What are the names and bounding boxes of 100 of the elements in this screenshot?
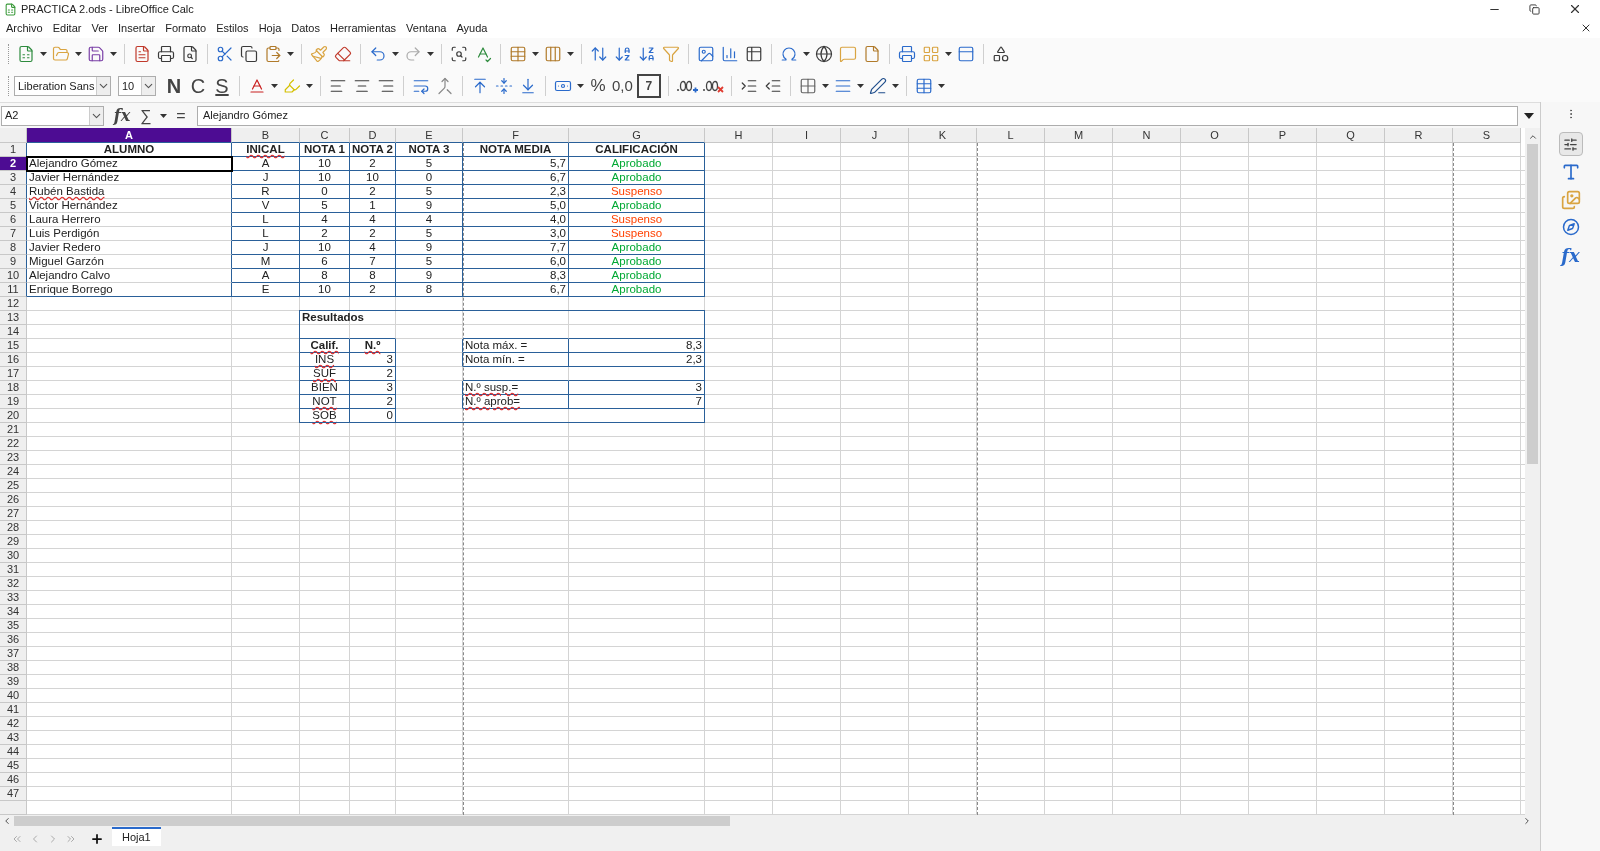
menu-item[interactable]: Formato (165, 19, 207, 37)
row-header[interactable]: 29 (0, 535, 27, 549)
row-header[interactable]: 47 (0, 787, 27, 801)
row-header[interactable]: 43 (0, 731, 27, 745)
expand-formula-icon[interactable] (1524, 112, 1534, 119)
row-header[interactable]: 13 (0, 311, 27, 325)
navigator-icon[interactable] (1561, 218, 1580, 236)
column-header[interactable]: G (569, 128, 705, 143)
row-header[interactable]: 39 (0, 675, 27, 689)
caret-icon[interactable] (110, 52, 117, 56)
row-header[interactable]: 37 (0, 647, 27, 661)
row-header[interactable]: 46 (0, 773, 27, 787)
font-name-field[interactable]: Liberation Sans (14, 76, 111, 96)
caret-icon[interactable] (306, 84, 313, 88)
restore-icon[interactable] (1529, 3, 1540, 15)
row-header[interactable]: 12 (0, 297, 27, 311)
row-header[interactable]: 18 (0, 381, 27, 395)
row-header[interactable]: 2 (0, 157, 27, 171)
row-header[interactable]: 1 (0, 143, 27, 157)
scroll-left-icon[interactable] (2, 816, 12, 826)
row-header[interactable]: 3 (0, 171, 27, 185)
row-header[interactable]: 28 (0, 521, 27, 535)
column-header[interactable]: H (705, 128, 773, 143)
menu-item[interactable]: Archivo (6, 19, 43, 37)
formula-input[interactable]: Alejandro Gómez (197, 105, 1518, 126)
percent-button[interactable]: % (586, 74, 610, 98)
caret-icon[interactable] (567, 52, 574, 56)
row-header[interactable]: 34 (0, 605, 27, 619)
menu-item[interactable]: Datos (291, 19, 320, 37)
column-header[interactable]: P (1249, 128, 1317, 143)
row-header[interactable]: 21 (0, 423, 27, 437)
close-document-icon[interactable] (1580, 22, 1592, 34)
menu-item[interactable]: Insertar (117, 19, 156, 37)
row-header[interactable]: 42 (0, 717, 27, 731)
row-header[interactable]: 10 (0, 269, 27, 283)
row-header[interactable]: 44 (0, 745, 27, 759)
menu-item[interactable]: Estilos (216, 19, 249, 37)
bold-button[interactable]: N (162, 74, 186, 98)
row-header[interactable]: 20 (0, 409, 27, 423)
row-header[interactable]: 27 (0, 507, 27, 521)
number-format-button[interactable]: 0,0 (610, 74, 635, 98)
row-header[interactable]: 16 (0, 353, 27, 367)
row-header[interactable]: 38 (0, 661, 27, 675)
caret-icon[interactable] (856, 84, 864, 88)
date-format-button[interactable]: 7 (636, 74, 661, 98)
column-header[interactable]: M (1045, 128, 1113, 143)
row-header[interactable]: 24 (0, 465, 27, 479)
scroll-up-icon[interactable] (1527, 132, 1538, 142)
row-header[interactable]: 36 (0, 633, 27, 647)
row-header[interactable]: 25 (0, 479, 27, 493)
caret-icon[interactable] (40, 52, 47, 56)
sum-button[interactable]: ∑ (134, 103, 158, 128)
row-header[interactable]: 8 (0, 241, 27, 255)
italic-button[interactable]: C (186, 74, 210, 98)
column-header[interactable]: I (773, 128, 841, 143)
row-header[interactable]: 45 (0, 759, 27, 773)
caret-icon[interactable] (945, 52, 952, 56)
column-header[interactable]: E (396, 128, 463, 143)
column-header[interactable]: C (300, 128, 350, 143)
underline-button[interactable]: S (210, 74, 234, 98)
font-size-field[interactable]: 10 (118, 76, 156, 96)
column-header[interactable]: B (232, 128, 300, 143)
row-header[interactable]: 17 (0, 367, 27, 381)
caret-icon[interactable] (937, 84, 945, 88)
row-header[interactable]: 31 (0, 563, 27, 577)
add-sheet-icon[interactable] (90, 832, 104, 846)
row-header[interactable]: 6 (0, 213, 27, 227)
caret-icon[interactable] (160, 113, 167, 118)
column-header[interactable]: N (1113, 128, 1181, 143)
column-header[interactable]: R (1385, 128, 1453, 143)
menu-item[interactable]: Herramientas (330, 19, 397, 37)
row-header[interactable]: 35 (0, 619, 27, 633)
row-header[interactable]: 11 (0, 283, 27, 297)
column-header[interactable]: Q (1317, 128, 1385, 143)
row-header[interactable]: 30 (0, 549, 27, 563)
caret-icon[interactable] (821, 84, 829, 88)
caret-icon[interactable] (577, 84, 584, 88)
menu-item[interactable]: Ver (91, 19, 108, 37)
caret-icon[interactable] (427, 52, 434, 56)
row-header[interactable]: 26 (0, 493, 27, 507)
row-header[interactable]: 40 (0, 689, 27, 703)
row-header[interactable]: 32 (0, 577, 27, 591)
row-header[interactable]: 5 (0, 199, 27, 213)
menu-item[interactable]: Hoja (258, 19, 282, 37)
column-header[interactable]: J (841, 128, 909, 143)
properties-icon[interactable] (1558, 132, 1583, 156)
functions-button[interactable]: fx (1561, 242, 1580, 269)
column-header[interactable]: D (350, 128, 396, 143)
sheet-tab[interactable]: Hoja1 (112, 827, 161, 846)
close-icon[interactable] (1568, 2, 1582, 16)
formula-button[interactable]: = (169, 103, 193, 128)
row-header[interactable]: 33 (0, 591, 27, 605)
scrollbar-thumb[interactable] (14, 816, 730, 826)
row-header[interactable]: 14 (0, 325, 27, 339)
caret-icon[interactable] (392, 52, 399, 56)
row-header[interactable]: 41 (0, 703, 27, 717)
caret-icon[interactable] (891, 84, 899, 88)
caret-icon[interactable] (287, 52, 294, 56)
menu-item[interactable]: Ayuda (456, 19, 488, 37)
column-header[interactable]: L (977, 128, 1045, 143)
